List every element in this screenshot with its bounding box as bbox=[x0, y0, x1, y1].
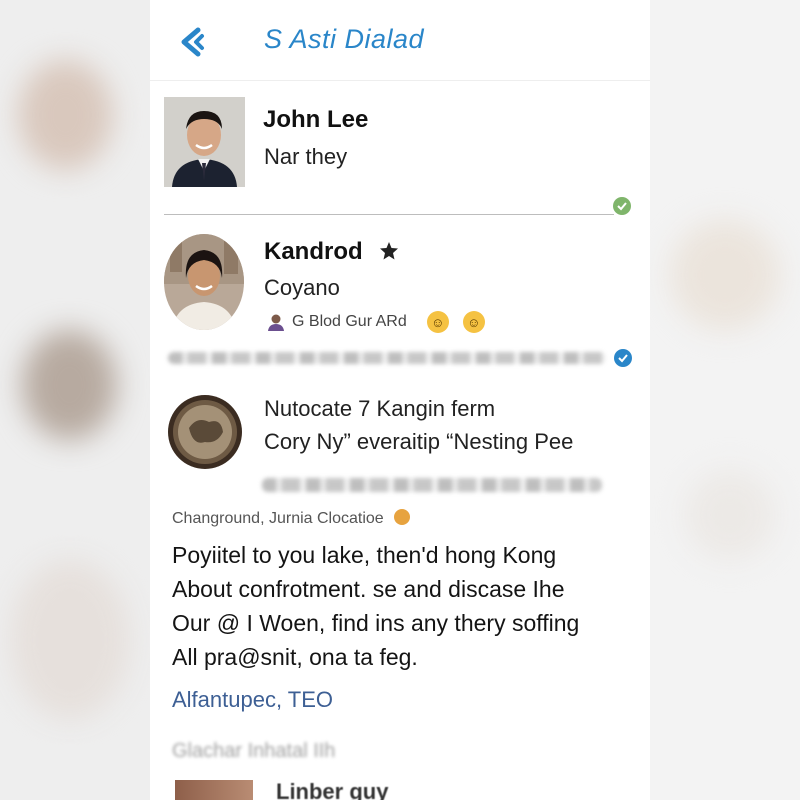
avatar bbox=[164, 234, 244, 330]
contact-name: Kandrod bbox=[264, 238, 363, 265]
app-header: S Asti Dialad bbox=[150, 0, 650, 81]
contact-meta: G Blod Gur ARd ☺ ☺ bbox=[266, 311, 485, 333]
person-icon bbox=[268, 314, 284, 331]
blurred-separator bbox=[168, 352, 606, 364]
post-avatar bbox=[167, 394, 243, 470]
blurred-line bbox=[262, 478, 602, 492]
meta-text: G Blod Gur ARd bbox=[292, 313, 407, 330]
post-heading-line1: Nutocate 7 Kangin ferm bbox=[264, 396, 496, 421]
post-tag: Changround, Jurnia Clocatioe bbox=[172, 509, 411, 528]
contact-name: John Lee bbox=[263, 106, 369, 133]
post-body-line: Poyiitel to you lake, then'd hong Kong bbox=[172, 542, 557, 568]
post-body-line: About confrotment. se and discase Ihe bbox=[172, 576, 565, 602]
contact-subtitle: Nar they bbox=[264, 144, 348, 169]
list-item-title[interactable]: Linber guy bbox=[276, 779, 388, 800]
globe-icon bbox=[614, 349, 632, 367]
contact-subtitle: Coyano bbox=[264, 275, 340, 300]
back-icon bbox=[181, 27, 204, 57]
post-body-line: Our @ I Woen, find ins any thery soffing bbox=[172, 610, 580, 636]
emoji-icon: ☺ bbox=[426, 311, 449, 333]
emoji-icon bbox=[394, 509, 411, 525]
verified-icon bbox=[613, 197, 631, 215]
emoji-icon: ☺ bbox=[462, 311, 485, 333]
divider bbox=[164, 214, 614, 215]
post-body-line: All pra@snit, ona ta feg. bbox=[172, 644, 418, 670]
post-heading-line2: Cory Ny” everaitip “Nesting Pee bbox=[264, 429, 574, 454]
chat-panel: S Asti Dialad John Lee Nar they Kandrod … bbox=[150, 0, 650, 800]
back-button[interactable] bbox=[172, 22, 212, 62]
avatar bbox=[164, 97, 245, 187]
faded-section-label: Glachar Inhatal IIh bbox=[172, 740, 336, 762]
post-author[interactable]: Alfantupec, TEO bbox=[172, 687, 333, 713]
blurred-background-right bbox=[650, 0, 800, 800]
list-item-thumbnail bbox=[175, 780, 253, 800]
post-tag-text: Changround, Jurnia Clocatioe bbox=[172, 510, 384, 527]
blurred-background-left bbox=[0, 0, 150, 800]
page-title: S Asti Dialad bbox=[264, 24, 425, 54]
post-body: Poyiitel to you lake, then'd hong Kong A… bbox=[172, 538, 579, 674]
star-badge-icon bbox=[380, 242, 398, 260]
